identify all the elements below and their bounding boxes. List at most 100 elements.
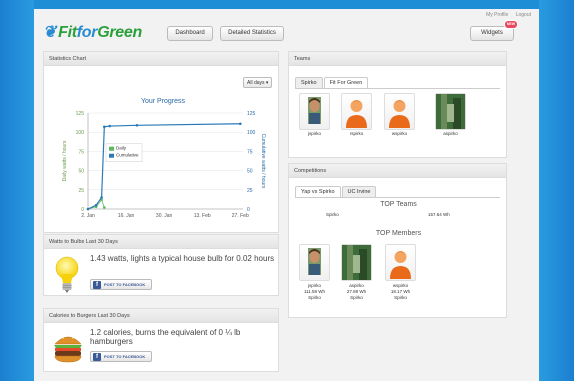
progress-chart: Your Progress0 025 2550 5075 75100 100125 1252… [58,93,268,226]
y-axis-label: Daily watts / hours [62,140,68,181]
days-dropdown-label: All days [247,80,265,86]
legend-label-cumulative: Cumulative [116,153,139,158]
y-right-tick-label: 100 [247,130,256,136]
teams-tabs: Spirko Fit For Green [295,77,500,89]
tab-fit-for-green[interactable]: Fit For Green [323,77,369,88]
teams-panel: Teams Spirko Fit For Green jspirko rspir… [288,51,507,158]
photo-avatar [342,245,371,280]
calories-burgers-panel: Calories to Burgers Last 30 Days 1.2 cal… [43,308,279,372]
y-tick-label: 75 [78,149,84,155]
y-right-tick-label: 50 [247,169,253,175]
team-member-wspirko[interactable] [384,93,415,130]
team-member-jspirko[interactable] [299,93,330,130]
x-tick-label: 30. Jan [156,213,173,219]
hamburger-icon [54,335,82,363]
default-avatar-icon [390,251,411,279]
data-point-cumulative [86,207,90,211]
team-member-aspirko[interactable] [435,93,466,130]
competitor-info: aspirko 27.88 Wh Spirko [341,283,372,301]
competitor-jspirko[interactable] [299,244,330,281]
calories-facebook-label: POST TO FACEBOOK [104,354,146,359]
logo-fit: Fit [58,24,77,41]
top-team-value: 157.64 Wh [428,212,450,217]
right-background [539,0,574,381]
logo-for: for [76,24,98,41]
facebook-icon: f [93,281,101,289]
photo-avatar [308,97,321,124]
page: My Profile Logout ❦ FitforGreen Dashboard… [34,9,539,381]
panel-title: Competitions [289,164,506,178]
statistics-chart-panel: Statistics Chart All days ▾ Your Progres… [43,51,279,233]
x-tick-label: 2. Jan [81,213,95,219]
y-tick-label: 100 [76,130,85,136]
top-team-name: Spirko [326,212,339,217]
photo-avatar [436,94,465,129]
widgets-label: Widgets [481,30,503,36]
widgets-button[interactable]: Widgets NEW [470,20,518,41]
calories-post-facebook-button[interactable]: f POST TO FACEBOOK [90,351,152,362]
competitor-team: Spirko [350,295,363,300]
top-background [34,0,574,9]
panel-title: Watts to Bulbs Last 30 Days [44,235,278,249]
legend-swatch-cumulative [109,153,114,158]
watts-post-facebook-button[interactable]: f POST TO FACEBOOK [90,279,152,290]
data-point-cumulative [100,196,103,199]
left-background [0,0,34,381]
logo-green: Green [97,24,142,41]
photo-avatar [308,248,321,275]
y-right-tick-label: 75 [247,149,253,155]
watts-facebook-label: POST TO FACEBOOK [104,282,146,287]
chart-title: Your Progress [141,98,186,105]
watts-bulbs-panel: Watts to Bulbs Last 30 Days 1.43 watts, … [43,234,279,296]
logout-link[interactable]: Logout [516,12,531,18]
competitor-wspirko[interactable] [385,244,416,281]
calories-text: 1.2 calories, burns the equivalent of 0 … [90,328,241,346]
y-tick-label: 50 [78,169,84,175]
y-axis-right-label: Cumulative watts / hours [260,134,266,189]
default-avatar-icon [346,100,367,128]
competitions-panel: Competitions Yap vs Spirko UC Irvine TOP… [288,163,507,318]
data-point-cumulative [135,123,139,127]
default-avatar-icon [389,100,410,128]
competitor-team: Spirko [308,295,321,300]
tab-yap-vs-spirko[interactable]: Yap vs Spirko [295,186,341,197]
dashboard-button[interactable]: Dashboard [167,26,213,41]
data-point-cumulative [94,203,98,207]
chevron-down-icon: ▾ [265,80,269,86]
days-dropdown[interactable]: All days ▾ [243,77,273,88]
y-tick-label: 125 [76,111,85,117]
member-name: aspirko [443,131,458,136]
competitor-info: wspirko 18.17 Wh Spirko [385,283,416,301]
new-badge: NEW [503,20,518,29]
panel-title: Teams [289,52,506,66]
user-links: My Profile Logout [480,12,531,18]
logo[interactable]: ❦ FitforGreen [43,22,142,42]
panel-title: Statistics Chart [44,52,278,66]
legend-swatch-daily [109,146,114,151]
tab-uc-irvine[interactable]: UC Irvine [341,186,377,197]
member-name: jspirko [307,131,321,136]
x-tick-label: 27. Feb [232,213,249,219]
member-name: wspirko [391,131,408,136]
top-teams-title: TOP Teams [380,201,417,208]
data-point-daily [103,206,106,209]
y-right-tick-label: 125 [247,111,256,117]
x-tick-label: 13. Feb [194,213,211,219]
competitions-tabs: Yap vs Spirko UC Irvine [295,186,500,198]
competitor-aspirko[interactable] [341,244,372,281]
leaf-logo-icon: ❦ [43,24,57,41]
y-tick-label: 25 [78,188,84,194]
team-member-rspirko[interactable] [341,93,372,130]
top-members-title: TOP Members [375,230,422,237]
data-point-cumulative [238,122,242,126]
competitor-info: jspirko 111.59 Wh Spirko [299,283,330,301]
y-right-tick-label: 25 [247,188,253,194]
tab-spirko[interactable]: Spirko [295,77,323,88]
member-name: rspirko [349,131,364,136]
competitor-team: Spirko [394,295,407,300]
my-profile-link[interactable]: My Profile [486,12,508,18]
data-point-cumulative [108,124,112,128]
legend-label-daily: Daily [116,146,127,151]
detailed-statistics-button[interactable]: Detailed Statistics [220,26,284,41]
x-tick-label: 16. Jan [118,213,135,219]
